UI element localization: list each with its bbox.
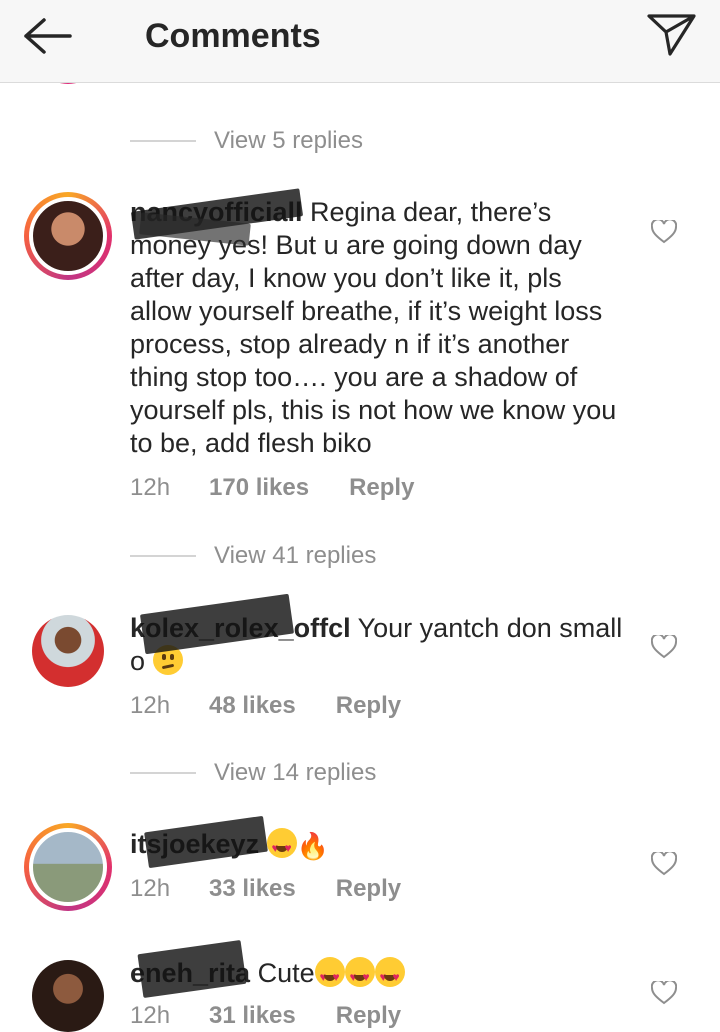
reply-button[interactable]: Reply — [349, 474, 414, 502]
avatar[interactable] — [32, 960, 104, 1032]
timestamp: 12h — [130, 875, 171, 902]
heart-eyes-emoji-icon — [344, 957, 375, 994]
comment-meta: 12h 170 likes Reply — [130, 474, 414, 502]
heart-outline-icon[interactable] — [650, 979, 678, 1005]
view-replies-link[interactable]: View 5 replies — [130, 126, 363, 156]
like-count[interactable]: 33 likes — [209, 875, 296, 903]
heart-outline-icon[interactable] — [650, 633, 678, 659]
view-replies-link[interactable]: View 41 replies — [130, 541, 376, 571]
view-replies-link[interactable]: View 14 replies — [130, 758, 376, 788]
paper-plane-icon[interactable] — [644, 10, 700, 60]
comment-meta: 12h 31 likes Reply — [130, 1002, 401, 1030]
heart-eyes-emoji-icon — [266, 828, 297, 865]
like-count[interactable]: 31 likes — [209, 1002, 296, 1030]
timestamp: 12h — [130, 474, 171, 501]
top-bar: Comments — [0, 0, 720, 83]
comment-meta: 12h 33 likes Reply — [130, 875, 401, 903]
back-arrow-icon[interactable] — [18, 14, 78, 62]
divider — [130, 140, 196, 142]
comment-meta: 12h 48 likes Reply — [130, 692, 401, 720]
page-title: Comments — [145, 17, 321, 55]
like-count[interactable]: 170 likes — [209, 474, 309, 502]
like-count[interactable]: 48 likes — [209, 692, 296, 720]
reply-button[interactable]: Reply — [336, 875, 401, 903]
divider — [130, 555, 196, 557]
heart-outline-icon[interactable] — [650, 850, 678, 876]
reply-button[interactable]: Reply — [336, 1002, 401, 1030]
heart-outline-icon[interactable] — [650, 218, 678, 244]
heart-eyes-emoji-icon — [374, 957, 405, 994]
timestamp: 12h — [130, 692, 171, 719]
heart-eyes-emoji-icon — [314, 957, 345, 994]
avatar[interactable] — [32, 615, 104, 687]
divider — [130, 772, 196, 774]
timestamp: 12h — [130, 1002, 171, 1029]
avatar[interactable] — [24, 192, 112, 280]
reply-button[interactable]: Reply — [336, 692, 401, 720]
fire-emoji-icon: 🔥 — [296, 831, 329, 861]
avatar[interactable] — [24, 823, 112, 911]
comment-body: Cute — [250, 958, 315, 988]
